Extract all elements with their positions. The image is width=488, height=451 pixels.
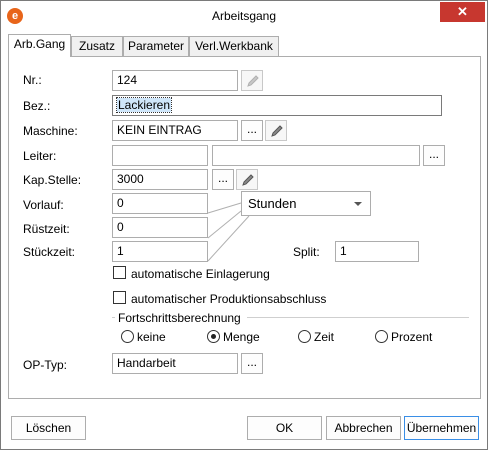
tab-label: Parameter — [128, 39, 185, 53]
chevron-down-icon — [354, 202, 362, 206]
bez-label: Bez.: — [23, 99, 51, 113]
dialog-window: e Arbeitsgang ✕ Arb.Gang Zusatz Paramete… — [0, 0, 488, 450]
abbrechen-button[interactable]: Abbrechen — [326, 416, 401, 440]
auto-einlagerung-checkbox[interactable] — [113, 266, 126, 279]
time-unit-dropdown[interactable]: Stunden — [241, 191, 371, 216]
close-button[interactable]: ✕ — [440, 2, 485, 22]
radio-zeit[interactable] — [298, 330, 311, 343]
group-line-left — [112, 317, 115, 318]
title-bar: e Arbeitsgang ✕ — [1, 1, 487, 31]
window-title: Arbeitsgang — [211, 9, 277, 23]
nr-field[interactable]: 124 — [112, 70, 238, 91]
leiter-browse-button[interactable]: ... — [423, 145, 445, 166]
kapstelle-browse-button[interactable]: ... — [212, 169, 234, 190]
uebernehmen-button[interactable]: Übernehmen — [404, 416, 479, 440]
tab-label: Verl.Werkbank — [195, 39, 273, 53]
vorlauf-label: Vorlauf: — [23, 198, 64, 212]
kapstelle-field[interactable]: 3000 — [112, 169, 208, 190]
optyp-browse-button[interactable]: ... — [241, 353, 263, 374]
auto-einlagerung-label[interactable]: automatische Einlagerung — [131, 267, 270, 281]
tab-label: Zusatz — [78, 39, 115, 53]
kapstelle-edit-button[interactable] — [236, 169, 258, 190]
leiter-field-1[interactable] — [112, 145, 208, 166]
maschine-field[interactable]: KEIN EINTRAG — [112, 120, 238, 141]
tab-zusatz[interactable]: Zusatz — [71, 36, 123, 56]
radio-keine-label[interactable]: keine — [137, 330, 166, 344]
bez-field[interactable]: Lackieren — [112, 95, 442, 116]
radio-keine[interactable] — [121, 330, 134, 343]
vorlauf-field[interactable]: 0 — [112, 193, 208, 214]
auto-produktionsabschluss-label[interactable]: automatischer Produktionsabschluss — [131, 292, 326, 306]
split-label: Split: — [293, 245, 320, 259]
nr-edit-button[interactable] — [241, 70, 263, 91]
maschine-edit-button[interactable] — [265, 120, 287, 141]
radio-prozent-label[interactable]: Prozent — [391, 330, 432, 344]
tab-parameter[interactable]: Parameter — [123, 36, 189, 56]
stueckzeit-label: Stückzeit: — [23, 245, 76, 259]
kapstelle-label: Kap.Stelle: — [23, 173, 82, 187]
optyp-field[interactable]: Handarbeit — [112, 353, 238, 374]
radio-menge[interactable] — [207, 330, 220, 343]
tab-verl-werkbank[interactable]: Verl.Werkbank — [189, 36, 279, 56]
ruestzeit-label: Rüstzeit: — [23, 222, 70, 236]
loeschen-button[interactable]: Löschen — [11, 416, 86, 440]
optyp-label: OP-Typ: — [23, 358, 68, 372]
bez-value: Lackieren — [115, 97, 173, 113]
time-unit-value: Stunden — [248, 196, 297, 211]
tab-label: Arb.Gang — [13, 37, 66, 51]
maschine-browse-button[interactable]: ... — [241, 120, 263, 141]
group-line-right — [247, 317, 469, 318]
tab-arb-gang[interactable]: Arb.Gang — [8, 34, 71, 57]
pencil-icon — [271, 125, 283, 137]
maschine-label: Maschine: — [23, 124, 78, 138]
nr-label: Nr.: — [23, 73, 42, 87]
radio-zeit-label[interactable]: Zeit — [314, 330, 334, 344]
radio-prozent[interactable] — [375, 330, 388, 343]
auto-produktionsabschluss-checkbox[interactable] — [113, 291, 126, 304]
radio-menge-label[interactable]: Menge — [223, 330, 260, 344]
pencil-icon — [242, 174, 254, 186]
ok-button[interactable]: OK — [247, 416, 322, 440]
leiter-label: Leiter: — [23, 149, 57, 163]
stueckzeit-field[interactable]: 1 — [112, 241, 208, 262]
ruestzeit-field[interactable]: 0 — [112, 217, 208, 238]
split-field[interactable]: 1 — [335, 241, 419, 262]
leiter-field-2[interactable] — [212, 145, 420, 166]
pencil-icon — [247, 75, 259, 87]
fortschritt-group-label: Fortschrittsberechnung — [118, 311, 241, 325]
